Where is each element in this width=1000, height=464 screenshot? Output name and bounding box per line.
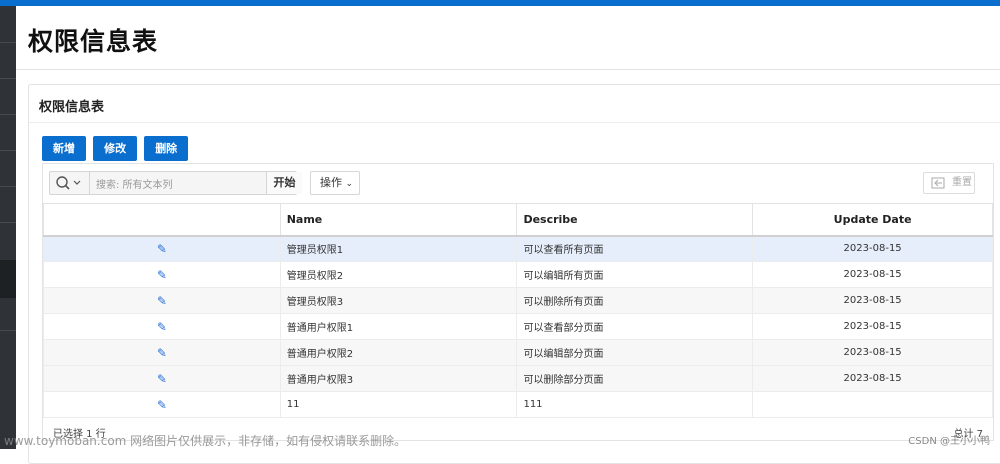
search-box: 搜索: 所有文本列 开始 bbox=[49, 171, 302, 195]
actions-menu-button[interactable]: 操作 ⌄ bbox=[310, 171, 360, 195]
describe-cell: 可以删除部分页面 bbox=[516, 365, 754, 392]
edit-icon[interactable]: ✎ bbox=[157, 398, 167, 412]
edit-icon[interactable]: ✎ bbox=[157, 242, 167, 256]
name-cell: 管理员权限2 bbox=[279, 261, 518, 288]
table-row[interactable]: ✎ 普通用户权限2 可以编辑部分页面 2023-08-15 bbox=[43, 339, 993, 366]
edit-cell[interactable]: ✎ bbox=[43, 391, 281, 418]
table-row[interactable]: ✎ 11 111 bbox=[43, 391, 993, 418]
sidebar-divider bbox=[0, 186, 16, 187]
sidebar-divider bbox=[0, 78, 16, 79]
edit-icon[interactable]: ✎ bbox=[157, 294, 167, 308]
edit-cell[interactable]: ✎ bbox=[43, 365, 281, 392]
edit-button[interactable]: 修改 bbox=[93, 136, 138, 161]
date-cell: 2023-08-15 bbox=[752, 287, 993, 314]
search-go-button[interactable]: 开始 bbox=[266, 172, 302, 194]
column-header-update-date[interactable]: Update Date bbox=[752, 203, 993, 237]
name-cell: 管理员权限1 bbox=[279, 235, 518, 262]
edit-cell[interactable]: ✎ bbox=[43, 313, 281, 340]
edit-icon[interactable]: ✎ bbox=[157, 372, 167, 386]
button-row: 新增 修改 删除 bbox=[42, 136, 190, 161]
column-header-describe[interactable]: Describe bbox=[516, 203, 754, 237]
name-cell: 普通用户权限1 bbox=[279, 313, 518, 340]
sidebar-divider bbox=[0, 114, 16, 115]
date-cell: 2023-08-15 bbox=[752, 235, 993, 262]
describe-cell: 可以编辑所有页面 bbox=[516, 261, 754, 288]
describe-cell: 可以删除所有页面 bbox=[516, 287, 754, 314]
date-cell: 2023-08-15 bbox=[752, 313, 993, 340]
sidebar bbox=[0, 6, 16, 449]
table-row[interactable]: ✎ 管理员权限1 可以查看所有页面 2023-08-15 bbox=[43, 235, 993, 262]
date-cell: 2023-08-15 bbox=[752, 339, 993, 366]
edit-icon[interactable]: ✎ bbox=[157, 268, 167, 282]
sidebar-divider bbox=[0, 222, 16, 223]
data-table: Name Describe Update Date ✎ 管理员权限1 可以查看所… bbox=[43, 203, 993, 418]
date-cell: 2023-08-15 bbox=[752, 365, 993, 392]
watermark-text: www.toymoban.com 网络图片仅供展示，非存储，如有侵权请联系删除。 bbox=[4, 434, 407, 448]
add-button[interactable]: 新增 bbox=[42, 136, 86, 161]
region-header: 权限信息表 bbox=[29, 85, 1000, 123]
describe-cell: 111 bbox=[516, 391, 754, 418]
name-cell: 11 bbox=[279, 391, 518, 418]
page-header: 权限信息表 bbox=[16, 6, 1000, 70]
edit-icon[interactable]: ✎ bbox=[157, 346, 167, 360]
table-row[interactable]: ✎ 管理员权限3 可以删除所有页面 2023-08-15 bbox=[43, 287, 993, 314]
edit-cell[interactable]: ✎ bbox=[43, 339, 281, 366]
column-header-actions[interactable] bbox=[43, 203, 281, 237]
edit-cell[interactable]: ✎ bbox=[43, 261, 281, 288]
name-cell: 普通用户权限2 bbox=[279, 339, 518, 366]
actions-label: 操作 bbox=[320, 176, 342, 189]
interactive-grid: 搜索: 所有文本列 开始 操作 ⌄ 重置 Name Describe Updat… bbox=[42, 163, 994, 441]
edit-icon[interactable]: ✎ bbox=[157, 320, 167, 334]
date-cell bbox=[752, 391, 993, 418]
sidebar-divider bbox=[0, 330, 16, 331]
page-title: 权限信息表 bbox=[28, 27, 159, 56]
grid-toolbar: 搜索: 所有文本列 开始 操作 ⌄ 重置 bbox=[43, 164, 993, 202]
date-cell: 2023-08-15 bbox=[752, 261, 993, 288]
watermark-credit: CSDN @王小小鸭 bbox=[908, 436, 990, 447]
edit-cell[interactable]: ✎ bbox=[43, 287, 281, 314]
report-region: 权限信息表 新增 修改 删除 搜索: 所有文本列 开始 操作 ⌄ 重置 Name… bbox=[28, 84, 1000, 464]
name-cell: 管理员权限3 bbox=[279, 287, 518, 314]
reset-label: 重置 bbox=[952, 177, 972, 188]
describe-cell: 可以编辑部分页面 bbox=[516, 339, 754, 366]
describe-cell: 可以查看部分页面 bbox=[516, 313, 754, 340]
table-header-row: Name Describe Update Date bbox=[43, 203, 993, 237]
table-row[interactable]: ✎ 普通用户权限3 可以删除部分页面 2023-08-15 bbox=[43, 365, 993, 392]
sidebar-divider bbox=[0, 150, 16, 151]
name-cell: 普通用户权限3 bbox=[279, 365, 518, 392]
search-input[interactable]: 搜索: 所有文本列 bbox=[96, 176, 173, 191]
sidebar-item-active[interactable] bbox=[0, 260, 16, 298]
edit-cell[interactable]: ✎ bbox=[43, 235, 281, 262]
describe-cell: 可以查看所有页面 bbox=[516, 235, 754, 262]
chevron-down-icon: ⌄ bbox=[345, 179, 354, 189]
table-row[interactable]: ✎ 管理员权限2 可以编辑所有页面 2023-08-15 bbox=[43, 261, 993, 288]
reset-button[interactable]: 重置 bbox=[923, 172, 975, 194]
search-icon bbox=[56, 176, 81, 190]
reset-icon bbox=[931, 177, 945, 189]
delete-button[interactable]: 删除 bbox=[144, 136, 189, 161]
region-title: 权限信息表 bbox=[39, 100, 105, 115]
sidebar-divider bbox=[0, 42, 16, 43]
column-header-name[interactable]: Name bbox=[279, 203, 518, 237]
search-column-selector[interactable] bbox=[50, 172, 90, 194]
table-row[interactable]: ✎ 普通用户权限1 可以查看部分页面 2023-08-15 bbox=[43, 313, 993, 340]
